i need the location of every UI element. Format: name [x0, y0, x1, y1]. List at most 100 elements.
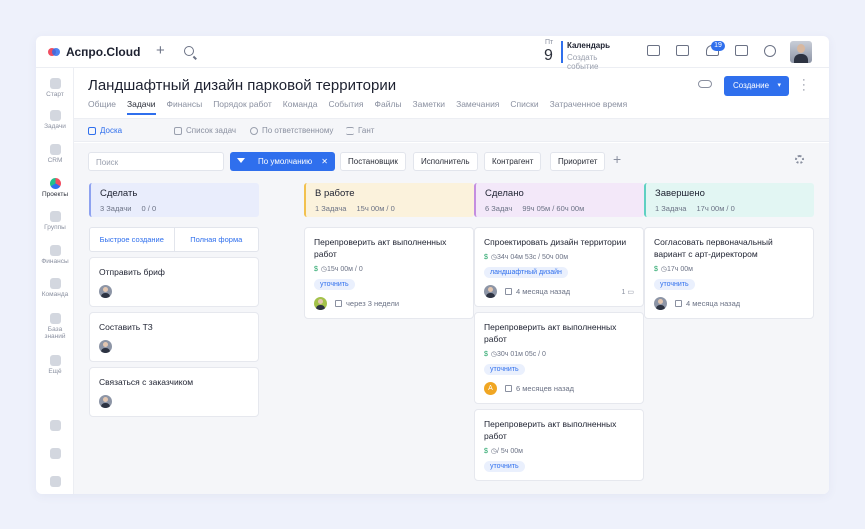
column-title: Сделано — [485, 188, 524, 199]
comments-value: 1 — [621, 288, 626, 296]
task-card[interactable]: Перепроверить акт выполненных работ $ ◷30… — [474, 312, 644, 404]
sidebar-item-extra-1[interactable] — [36, 420, 74, 433]
task-card[interactable]: Отправить бриф — [89, 257, 259, 307]
mail-icon[interactable] — [647, 45, 660, 56]
avatar — [99, 340, 112, 353]
task-time: $ ◷17ч 00м — [654, 265, 804, 273]
task-card[interactable]: Составить ТЗ — [89, 312, 259, 362]
task-card[interactable]: Перепроверить акт выполненных работ $ ◷/ … — [474, 409, 644, 481]
project-tabs: Общие Задачи Финансы Порядок работ Коман… — [88, 99, 638, 115]
tab-files[interactable]: Файлы — [375, 99, 402, 115]
task-tag[interactable]: уточнить — [484, 461, 525, 472]
quick-create-button[interactable]: Быстрое создание — [90, 228, 175, 251]
search-icon[interactable] — [184, 46, 194, 56]
tab-events[interactable]: События — [328, 99, 363, 115]
gantt-icon — [346, 126, 354, 135]
top-bar: Аспро.Cloud + Пт 9 Календарь Создать соб… — [36, 36, 829, 71]
task-tag[interactable]: уточнить — [484, 364, 525, 375]
filter-priority[interactable]: Приоритет — [550, 152, 606, 171]
app-logo[interactable]: Аспро.Cloud — [48, 45, 140, 59]
task-card[interactable]: Перепроверить акт выполненных работ $ ◷15… — [304, 227, 474, 319]
view-list[interactable]: Список задач — [174, 126, 236, 135]
sidebar-item-label: База знаний — [44, 326, 66, 340]
team-icon — [49, 278, 61, 289]
user-avatar[interactable] — [790, 41, 812, 63]
task-card[interactable]: Согласовать первоначальный вариант с арт… — [644, 227, 814, 319]
tab-notes[interactable]: Заметки — [413, 99, 446, 115]
task-card[interactable]: Спроектировать дизайн территории $ ◷34ч 0… — [474, 227, 644, 307]
create-button-label: Создание — [733, 81, 770, 90]
tasks-icon[interactable] — [676, 45, 689, 56]
view-assignee[interactable]: По ответственному — [250, 126, 333, 135]
gear-icon[interactable] — [795, 155, 804, 164]
close-icon[interactable]: ✕ — [321, 152, 328, 171]
column-header: Сделано 6 Задач 99ч 05м / 60ч 00м — [474, 183, 644, 217]
search-input[interactable]: Поиск — [88, 152, 224, 171]
task-tag[interactable]: уточнить — [654, 279, 695, 290]
task-time-value: 15ч 00м / 0 — [327, 266, 363, 273]
create-event-link[interactable]: Создать событие — [567, 53, 631, 71]
view-list-label: Список задач — [186, 126, 237, 135]
full-form-button[interactable]: Полная форма — [175, 228, 259, 251]
sidebar-item-projects[interactable]: Проекты — [36, 178, 74, 198]
sidebar-item-extra-3[interactable] — [36, 476, 74, 489]
avatar — [484, 285, 497, 298]
task-tag[interactable]: уточнить — [314, 279, 355, 290]
tab-tasks[interactable]: Задачи — [126, 99, 156, 115]
default-filter-button[interactable]: По умолчанию ✕ — [230, 152, 335, 171]
sidebar-item-tasks[interactable]: Задачи — [36, 110, 74, 130]
task-tag[interactable]: ландшафтный дизайн — [484, 267, 568, 278]
tab-work-order[interactable]: Порядок работ — [213, 99, 272, 115]
app-icon — [49, 448, 61, 459]
sidebar-item-label: Старт — [46, 91, 64, 98]
filter-counterparty[interactable]: Контрагент — [484, 152, 542, 171]
sidebar-item-knowledge[interactable]: База знаний — [36, 313, 74, 340]
tab-time-spent[interactable]: Затраченное время — [550, 99, 628, 115]
calendar-divider — [561, 41, 563, 63]
sidebar-item-groups[interactable]: Группы — [36, 211, 74, 231]
add-filter-icon[interactable]: + — [613, 151, 621, 167]
sidebar-item-label: Проекты — [41, 191, 69, 198]
task-time: $ ◷34ч 04м 53с / 50ч 00м — [484, 253, 634, 261]
filter-executor[interactable]: Исполнитель — [413, 152, 478, 171]
column-title: Завершено — [655, 188, 705, 199]
sidebar-item-crm[interactable]: CRM — [36, 144, 74, 164]
home-icon — [49, 78, 61, 89]
calendar-day: 9 — [544, 47, 553, 64]
column-header: Сделать 3 Задачи 0 / 0 — [89, 183, 259, 217]
app-name: Аспро.Cloud — [66, 45, 141, 59]
plus-icon[interactable]: + — [156, 42, 165, 59]
sidebar-item-extra-2[interactable] — [36, 448, 74, 461]
column-count: 3 Задачи — [100, 204, 132, 213]
sidebar-item-label: Ещё — [48, 368, 62, 375]
help-icon[interactable] — [764, 45, 776, 57]
filter-creator[interactable]: Постановщик — [340, 152, 406, 171]
tab-lists[interactable]: Списки — [510, 99, 538, 115]
tab-general[interactable]: Общие — [88, 99, 116, 115]
sidebar-item-finance[interactable]: Финансы — [36, 245, 74, 265]
chat-icon[interactable] — [735, 45, 748, 56]
tab-finance[interactable]: Финансы — [167, 99, 203, 115]
sidebar-item-team[interactable]: Команда — [36, 278, 74, 298]
view-board[interactable]: Доска — [88, 126, 122, 135]
task-card[interactable]: Связаться с заказчиком — [89, 367, 259, 417]
sidebar-item-start[interactable]: Старт — [36, 78, 74, 98]
sidebar-item-more[interactable]: Ещё — [36, 355, 74, 375]
page-title: Ландшафтный дизайн парковой территории — [88, 77, 397, 94]
tab-team[interactable]: Команда — [283, 99, 318, 115]
create-button[interactable]: Создание ▾ — [724, 76, 789, 96]
link-icon[interactable] — [698, 80, 712, 88]
more-vertical-icon[interactable]: · · · — [802, 75, 806, 96]
tab-remarks[interactable]: Замечания — [456, 99, 499, 115]
task-due: 6 месяцев назад — [516, 384, 575, 393]
app-icon — [49, 420, 61, 431]
avatar: А — [484, 382, 497, 395]
calendar-widget[interactable]: Пт 9 Календарь Создать событие — [541, 39, 631, 71]
view-gantt[interactable]: Гант — [346, 126, 374, 135]
comments-count[interactable]: 1 ▭ — [622, 288, 634, 296]
task-title: Перепроверить акт выполненных работ — [484, 322, 617, 344]
column-todo: Сделать 3 Задачи 0 / 0 Быстрое создание … — [89, 183, 259, 417]
sidebar-item-label: Задачи — [44, 123, 66, 130]
avatar — [99, 395, 112, 408]
list-icon — [174, 126, 182, 135]
